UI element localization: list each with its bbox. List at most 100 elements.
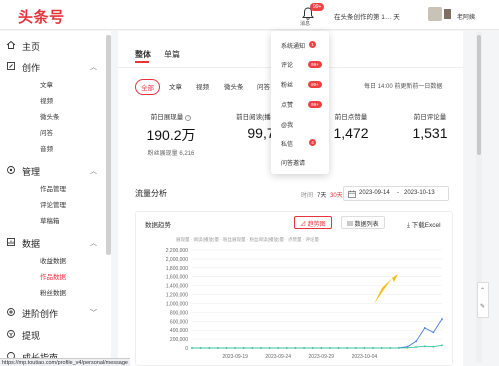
sidebar-item-revenue[interactable]: 收益数据 [40,255,66,265]
series-point [208,347,211,349]
chart-card: 数据趋势 ⊿ 趋势图 ▤ 数据列表 ⤓ 下载Excel 展现量 · 阅读(播放)… [135,211,453,366]
dropdown-item-qa-invite[interactable]: 问答邀请 [281,158,305,167]
sidebar-item-works-data[interactable]: 作品数据 [40,271,66,281]
y-tick-label: 1,000,000 [166,301,188,307]
dropdown-item-mentions[interactable]: @我 [281,120,293,129]
avatar-secondary [444,9,451,19]
series-point [216,347,219,349]
withdraw-icon [7,330,15,338]
series-point [380,347,383,349]
stat-label: 前日评论量 [413,114,447,121]
series-point [268,347,271,349]
series-point [415,346,418,349]
sidebar-item-home[interactable]: 主页 [22,40,40,53]
stat-label: 前日展现量 [150,114,184,121]
chevron-up-icon[interactable]: ︿ [90,166,97,176]
sidebar-item-withdraw[interactable]: 提现 [22,329,40,342]
export-button[interactable]: ⤓ 下载Excel [407,219,441,230]
series-point [191,347,193,349]
series-point [234,347,237,349]
stat-label: 前日点赞量 [334,114,368,121]
series-point [441,318,443,320]
sidebar-item-fans-data[interactable]: 粉丝数据 [40,287,66,297]
sidebar-item-video[interactable]: 视频 [40,95,53,105]
side-toolbar[interactable]: ⌃ ✎ [477,282,489,318]
series-point [311,347,314,349]
trend-icon: ⊿ [300,222,308,228]
time-label: 时间 [301,193,314,199]
sidebar-item-create[interactable]: 创作 [22,61,40,74]
sidebar-item-article[interactable]: 文章 [40,79,53,89]
sidebar-item-audio[interactable]: 音频 [40,143,53,153]
series-point [406,346,409,349]
home-icon [6,40,16,49]
chevron-up-icon[interactable]: ︿ [90,62,97,72]
chart-legend: 展现量 · 阅读(播放)量 · 粉丝展现量 · 粉丝阅读(播放)量 · 点赞量 … [176,237,319,242]
info-icon[interactable]: ? [185,115,192,121]
avatar[interactable] [428,7,442,21]
feedback-icon[interactable]: ✎ [480,303,485,310]
filter-video[interactable]: 视频 [191,79,214,93]
sidebar-item-micro[interactable]: 微头条 [40,111,60,121]
sidebar-item-works[interactable]: 作品管理 [40,183,66,193]
trend-chart-button[interactable]: ⊿ 趋势图 [294,216,332,229]
chevron-up-icon[interactable]: ︿ [90,238,97,248]
chart-title: 数据趋势 [145,222,171,229]
logo[interactable]: 头条号 [18,6,65,27]
series-point [389,347,392,349]
sidebar-item-drafts[interactable]: 草稿箱 [40,215,60,225]
series-point [242,347,245,349]
series-point [372,347,374,349]
series-point [346,347,349,349]
export-label: 下载Excel [411,222,441,229]
sidebar-item-data[interactable]: 数据 [22,237,40,250]
x-tick-label: 2023-09-29 [309,354,335,360]
message-label[interactable]: 消息 [300,20,310,27]
y-tick-label: 2,200,000 [166,248,188,254]
status-bar-url: https://mp.toutiao.com/profile_v4/person… [0,358,130,366]
x-tick-label: 2023-10-04 [352,354,378,360]
back-to-top-icon[interactable]: ⌃ [480,287,485,294]
tab-single[interactable]: 单篇 [164,49,180,60]
sidebar-scrollbar[interactable] [106,35,111,255]
filter-micro[interactable]: 微头条 [219,79,249,93]
username[interactable]: 老阿姨 [457,12,475,21]
time-7d[interactable]: 7天 [317,190,326,199]
annotation-arrow-head [392,274,398,282]
y-tick-label: 2,000,000 [166,257,188,263]
series-point [303,347,305,349]
y-tick-label: 1,600,000 [166,275,188,281]
series-point [441,344,443,347]
y-tick-label: 1,400,000 [166,284,188,290]
page-scrollbar-thumb[interactable] [477,35,481,155]
date-start: 2023-09-14 [359,190,390,196]
series-point [423,327,426,329]
filter-article[interactable]: 文章 [164,79,187,93]
filter-all[interactable]: 全部 [135,79,160,95]
dropdown-item-private-msg[interactable]: 私信 [281,139,293,148]
flow-analysis-title: 流量分析 [135,189,167,198]
series-point [354,347,357,349]
dropdown-item-system[interactable]: 系统通知 [281,41,305,50]
time-30d[interactable]: 30天 [330,190,343,199]
data-icon [7,238,15,246]
sidebar-item-manage[interactable]: 管理 [22,165,40,178]
series-point [285,347,288,349]
series-point [294,347,297,349]
dropdown-item-fans[interactable]: 粉丝 [281,80,293,89]
tab-overall[interactable]: 整体 [135,49,151,60]
sidebar-item-advance[interactable]: 进阶创作 [22,307,58,320]
stat-sub: 粉丝展现量 6,216 [147,151,195,157]
chevron-down-icon[interactable]: ﹀ [90,308,97,318]
series-point [363,347,366,349]
y-tick-label: 200,000 [170,337,188,343]
y-tick-label: 1,200,000 [166,293,188,299]
data-list-button[interactable]: ▤ 数据列表 [341,216,385,229]
dropdown-badge: 99+ [308,61,322,68]
dropdown-item-comments[interactable]: 评论 [281,60,293,69]
dropdown-item-likes[interactable]: 点赞 [281,100,293,109]
sidebar-item-comments[interactable]: 评论管理 [40,199,66,209]
trend-chart[interactable]: 2,200,000 2,000,000 1,800,000 1,600,000 1,40… [136,244,452,366]
sidebar-item-qa[interactable]: 问答 [40,127,53,137]
date-range-picker[interactable]: 2023-09-14 - 2023-10-13 [343,186,449,201]
